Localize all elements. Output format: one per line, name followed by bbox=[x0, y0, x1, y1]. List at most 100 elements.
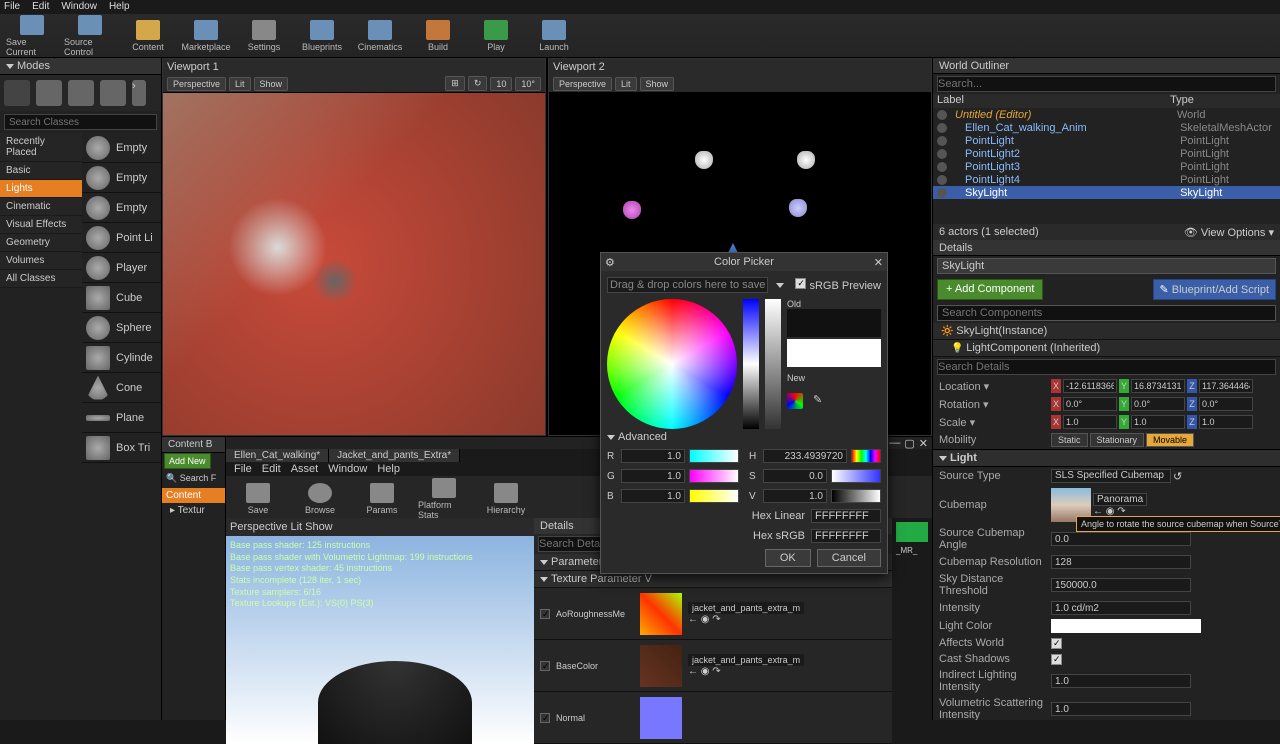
modes-toolbar[interactable]: › bbox=[0, 75, 161, 111]
visibility-icon[interactable] bbox=[937, 162, 947, 172]
v-slider[interactable] bbox=[831, 489, 881, 503]
vp1-canvas[interactable] bbox=[163, 93, 545, 435]
outliner-row[interactable]: PointLight2PointLight bbox=[933, 147, 1280, 160]
tex-thumb[interactable] bbox=[640, 645, 682, 687]
mode-foliage-icon[interactable] bbox=[100, 80, 126, 106]
vp1-snap-angle-icon[interactable]: ↻ bbox=[468, 76, 488, 91]
value-slider[interactable] bbox=[765, 299, 781, 429]
asset-max-icon[interactable]: ▢ bbox=[904, 437, 914, 449]
tb-content[interactable]: Content bbox=[122, 15, 174, 57]
comp-lightcomponent[interactable]: 💡 LightComponent (Inherited) bbox=[933, 340, 1280, 357]
cat-basic[interactable]: Basic bbox=[0, 162, 82, 180]
sky-distance[interactable] bbox=[1051, 578, 1191, 592]
mode-place-icon[interactable] bbox=[4, 80, 30, 106]
v-input[interactable] bbox=[763, 489, 827, 503]
rot-y[interactable] bbox=[1131, 397, 1185, 411]
tex-param-row[interactable]: AoRoughnessMe jacket_and_pants_extra_m← … bbox=[534, 588, 892, 640]
h-slider[interactable] bbox=[851, 449, 881, 463]
r-input[interactable] bbox=[621, 449, 685, 463]
main-menubar[interactable]: File Edit Window Help bbox=[0, 0, 1280, 14]
cat-geometry[interactable]: Geometry bbox=[0, 234, 82, 252]
intensity[interactable] bbox=[1051, 601, 1191, 615]
tb-cinematics[interactable]: Cinematics bbox=[354, 15, 406, 57]
asset-min-icon[interactable]: — bbox=[889, 437, 900, 449]
g-input[interactable] bbox=[621, 469, 685, 483]
outliner-row[interactable]: Ellen_Cat_walking_AnimSkeletalMeshActor bbox=[933, 121, 1280, 134]
cp-save-dd-icon[interactable] bbox=[776, 283, 784, 288]
outliner-rows[interactable]: Untitled (Editor)World Ellen_Cat_walking… bbox=[933, 108, 1280, 224]
indirect-intensity[interactable] bbox=[1051, 674, 1191, 688]
asset-save[interactable]: Save bbox=[232, 478, 284, 520]
cb-search[interactable]: 🔍 Search F bbox=[162, 469, 225, 488]
tb-source-control[interactable]: Source Control bbox=[64, 15, 116, 57]
tex-param-row[interactable]: Normal bbox=[534, 692, 892, 744]
place-item[interactable]: Player bbox=[82, 253, 161, 283]
actor-name-field[interactable] bbox=[937, 258, 1276, 274]
vp1-snap-value2[interactable]: 10° bbox=[515, 77, 541, 91]
tex-thumb[interactable] bbox=[640, 593, 682, 635]
param-checkbox[interactable] bbox=[540, 713, 550, 723]
blueprint-button[interactable]: ✎ Blueprint/Add Script bbox=[1153, 279, 1277, 300]
vp1-show[interactable]: Show bbox=[254, 77, 289, 91]
place-item[interactable]: Empty bbox=[82, 193, 161, 223]
rot-x[interactable] bbox=[1063, 397, 1117, 411]
place-item[interactable]: Cone bbox=[82, 373, 161, 403]
asset-platform-stats[interactable]: Platform Stats bbox=[418, 478, 470, 520]
mode-more-icon[interactable]: › bbox=[132, 80, 146, 106]
menu-edit[interactable]: Edit bbox=[32, 1, 49, 13]
visibility-icon[interactable] bbox=[937, 175, 947, 185]
asset-graph-mini[interactable]: _MR_ bbox=[892, 518, 932, 744]
asset-params[interactable]: Params bbox=[356, 478, 408, 520]
color-picker-dialog[interactable]: ⚙Color Picker✕ Drag & drop colors here t… bbox=[600, 252, 888, 574]
mode-landscape-icon[interactable] bbox=[68, 80, 94, 106]
pointlight-icon[interactable] bbox=[797, 151, 815, 169]
mobility-selector[interactable]: StaticStationaryMovable bbox=[1051, 433, 1274, 447]
visibility-icon[interactable] bbox=[937, 188, 947, 198]
pointlight-icon[interactable] bbox=[789, 199, 807, 217]
cb-subfolder[interactable]: ▸ Textur bbox=[162, 503, 225, 518]
mode-paint-icon[interactable] bbox=[36, 80, 62, 106]
vp1-lit[interactable]: Lit bbox=[229, 77, 251, 91]
place-item[interactable]: Plane bbox=[82, 403, 161, 433]
visibility-icon[interactable] bbox=[937, 110, 947, 120]
r-slider[interactable] bbox=[689, 449, 739, 463]
outliner-row[interactable]: PointLight4PointLight bbox=[933, 173, 1280, 186]
outliner-columns[interactable]: LabelType bbox=[933, 94, 1280, 108]
vp2-toolbar[interactable]: Perspective Lit Show bbox=[549, 75, 931, 93]
search-details[interactable] bbox=[937, 359, 1276, 375]
scl-x[interactable] bbox=[1063, 415, 1117, 429]
category-list[interactable]: Recently Placed Basic Lights Cinematic V… bbox=[0, 133, 82, 720]
visibility-icon[interactable] bbox=[937, 149, 947, 159]
affects-world-chk[interactable] bbox=[1051, 638, 1062, 649]
cat-lights[interactable]: Lights bbox=[0, 180, 82, 198]
tb-launch[interactable]: Launch bbox=[528, 15, 580, 57]
menu-file[interactable]: File bbox=[4, 1, 20, 13]
asset-preview[interactable]: Base pass shader: 125 instructionsBase p… bbox=[226, 536, 534, 744]
hex-srgb-input[interactable] bbox=[811, 529, 881, 543]
cancel-button[interactable]: Cancel bbox=[817, 549, 881, 567]
tb-marketplace[interactable]: Marketplace bbox=[180, 15, 232, 57]
vp2-show[interactable]: Show bbox=[640, 77, 675, 91]
tb-build[interactable]: Build bbox=[412, 15, 464, 57]
place-item[interactable]: Cube bbox=[82, 283, 161, 313]
cp-dropzone[interactable]: Drag & drop colors here to save bbox=[607, 277, 768, 293]
loc-y[interactable] bbox=[1131, 379, 1185, 393]
comp-skylight[interactable]: 🔆 SkyLight(Instance) bbox=[933, 323, 1280, 340]
place-item[interactable]: Point Li bbox=[82, 223, 161, 253]
color-wheel[interactable] bbox=[607, 299, 737, 429]
cubemap-angle[interactable] bbox=[1051, 532, 1191, 546]
vp1-snap-grid-icon[interactable]: ⊞ bbox=[445, 76, 465, 91]
loc-z[interactable] bbox=[1199, 379, 1253, 393]
visibility-icon[interactable] bbox=[937, 136, 947, 146]
place-item[interactable]: Cylinde bbox=[82, 343, 161, 373]
advanced-toggle[interactable]: Advanced bbox=[607, 429, 881, 445]
theme-icon[interactable] bbox=[787, 393, 803, 409]
vp2-lit[interactable]: Lit bbox=[615, 77, 637, 91]
cat-all-classes[interactable]: All Classes bbox=[0, 270, 82, 288]
asset-tab[interactable]: Ellen_Cat_walking* bbox=[226, 449, 329, 462]
cb-folder[interactable]: Content bbox=[162, 488, 225, 503]
pointlight-icon[interactable] bbox=[623, 201, 641, 219]
b-slider[interactable] bbox=[689, 489, 739, 503]
param-checkbox[interactable] bbox=[540, 609, 550, 619]
component-list[interactable]: 🔆 SkyLight(Instance) 💡 LightComponent (I… bbox=[933, 323, 1280, 357]
